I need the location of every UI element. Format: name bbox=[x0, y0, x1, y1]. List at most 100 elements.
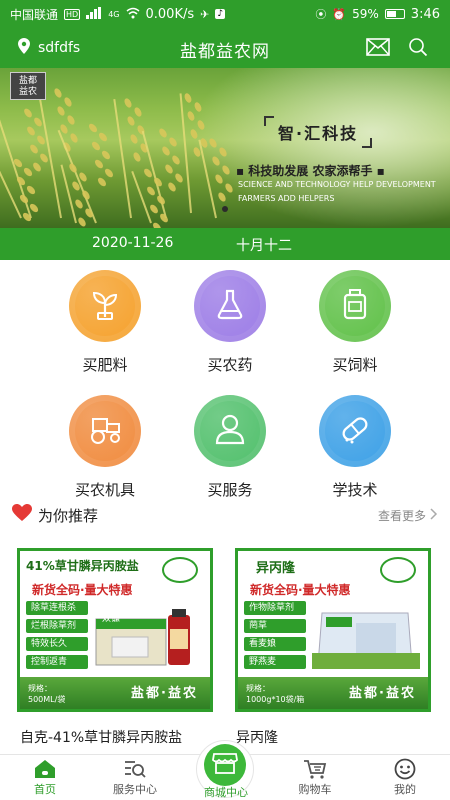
app-header: sdfdfs 盐都益农网 bbox=[0, 28, 450, 68]
flask-icon bbox=[213, 287, 247, 325]
search-icon[interactable] bbox=[408, 37, 428, 61]
signal-icon bbox=[86, 6, 102, 22]
rice-grain bbox=[157, 127, 169, 139]
category-label: 买饲料 bbox=[332, 356, 378, 374]
chevron-right-icon bbox=[430, 507, 438, 523]
location-selector[interactable]: sdfdfs bbox=[18, 38, 80, 58]
category-label: 买服务 bbox=[207, 481, 253, 499]
person-service-icon bbox=[213, 412, 247, 450]
rice-grain bbox=[151, 221, 163, 228]
rice-grain bbox=[102, 167, 115, 179]
rice-grain bbox=[38, 152, 49, 164]
banner-carousel[interactable]: 盐都 益农 智·汇科技 ▪ 科技助发展 农家添帮手 ▪ SCIENCE AND … bbox=[0, 68, 450, 228]
feature-tag: 作物除草剂 bbox=[244, 601, 306, 615]
check-badge-icon bbox=[162, 557, 198, 583]
rice-grain bbox=[123, 97, 133, 109]
tractor-icon bbox=[87, 413, 123, 449]
mail-icon[interactable] bbox=[366, 38, 390, 60]
rice-grain bbox=[132, 106, 143, 118]
rice-grain bbox=[32, 116, 43, 128]
notification-icon: ✈ bbox=[200, 7, 210, 21]
network-type-label: 4G bbox=[108, 9, 120, 19]
product-card-title: 41%草甘膦异丙胺盐 bbox=[26, 559, 139, 573]
rice-grain bbox=[52, 87, 64, 99]
feature-tag: 野燕麦 bbox=[244, 655, 306, 669]
rice-grain bbox=[25, 125, 37, 137]
product-image: 双镰 bbox=[94, 609, 202, 669]
rice-grain bbox=[170, 154, 181, 166]
feature-tag: 烂根除草剂 bbox=[26, 619, 88, 633]
tiktok-icon: ♪ bbox=[215, 9, 226, 19]
status-bar: 中国联通 HD 4G 0.00K/s ✈ ♪ ⦿ ⏰ 59% 3:46 bbox=[0, 0, 450, 28]
rice-grain bbox=[68, 132, 79, 144]
rice-grain bbox=[93, 158, 105, 170]
rice-grain bbox=[163, 163, 175, 175]
rice-grain bbox=[76, 216, 88, 228]
nav-label: 购物车 bbox=[298, 783, 332, 796]
rice-grain bbox=[22, 107, 34, 119]
category-circle bbox=[69, 270, 141, 342]
home-icon bbox=[34, 759, 56, 782]
battery-icon bbox=[384, 9, 405, 19]
product-card-2[interactable]: 异丙隆 新货全码·量大特惠 作物除草剂 菵草 看麦娘 野燕麦 规格： 1000g… bbox=[235, 548, 431, 712]
view-more-link[interactable]: 查看更多 bbox=[378, 507, 438, 524]
feature-tag: 看麦娘 bbox=[244, 637, 306, 651]
lunar-date-label: 十月十二 bbox=[236, 238, 292, 254]
rice-grain bbox=[80, 189, 91, 201]
rice-grain bbox=[28, 143, 40, 155]
banner-subtitle: ▪ 科技助发展 农家添帮手 ▪ bbox=[236, 164, 385, 178]
rice-grain bbox=[62, 96, 73, 108]
rice-grain bbox=[21, 166, 34, 178]
rice-grain bbox=[99, 149, 112, 161]
rice-grain bbox=[90, 140, 102, 152]
product-name-1[interactable]: 自克-41%草甘膦异丙胺盐 bbox=[20, 727, 182, 747]
nav-service-center[interactable]: 服务中心 bbox=[90, 759, 180, 797]
rice-grain bbox=[73, 198, 85, 210]
carousel-dot[interactable] bbox=[222, 206, 228, 212]
category-fertilizer[interactable]: 买肥料 bbox=[50, 270, 160, 375]
product-brand: 盐都·益农 bbox=[349, 686, 416, 701]
banner-english-2: FARMERS ADD HELPERS bbox=[238, 194, 335, 203]
rice-grain bbox=[157, 212, 170, 224]
rice-grain bbox=[167, 136, 178, 148]
date-label: 2020-11-26 bbox=[92, 235, 174, 251]
category-service[interactable]: 买服务 bbox=[175, 395, 285, 500]
product-name-2[interactable]: 异丙隆 bbox=[236, 727, 278, 747]
nav-label: 商城中心 bbox=[204, 786, 248, 799]
nav-mine[interactable]: 我的 bbox=[360, 758, 450, 797]
category-pesticide[interactable]: 买农药 bbox=[175, 270, 285, 375]
product-card-1[interactable]: 41%草甘膦异丙胺盐 新货全码·量大特惠 除草连根杀 烂根除草剂 特效长久 控制… bbox=[17, 548, 213, 712]
rice-grain bbox=[15, 175, 27, 187]
category-circle bbox=[319, 270, 391, 342]
product-spec: 规格： 500ML/袋 bbox=[28, 684, 66, 704]
rice-grain bbox=[35, 134, 46, 146]
nav-label: 我的 bbox=[394, 783, 416, 796]
rice-grain bbox=[173, 172, 184, 184]
recommend-header: 为你推荐 查看更多 bbox=[12, 503, 438, 527]
check-badge-icon bbox=[380, 557, 416, 583]
category-label: 买农药 bbox=[207, 356, 253, 374]
alarm-icon: ⏰ bbox=[332, 7, 347, 21]
feed-bottle-icon bbox=[338, 287, 372, 325]
feature-tag: 菵草 bbox=[244, 619, 306, 633]
nav-cart[interactable]: 购物车 bbox=[270, 759, 360, 797]
nav-mall-center[interactable]: 商城中心 bbox=[196, 740, 254, 799]
rice-grain bbox=[151, 176, 164, 188]
category-circle bbox=[69, 395, 141, 467]
category-feed[interactable]: 买饲料 bbox=[300, 270, 410, 375]
nav-home[interactable]: 首页 bbox=[0, 759, 90, 797]
category-circle bbox=[194, 270, 266, 342]
category-learn-tech[interactable]: 学技术 bbox=[300, 395, 410, 500]
network-speed: 0.00K/s bbox=[145, 6, 195, 22]
rice-grain bbox=[96, 131, 109, 143]
app-screen: 中国联通 HD 4G 0.00K/s ✈ ♪ ⦿ ⏰ 59% 3:46 sdfd… bbox=[0, 0, 450, 800]
rice-grain bbox=[132, 151, 142, 163]
cart-icon bbox=[303, 759, 327, 782]
battery-percent: 59% bbox=[352, 7, 379, 21]
category-label: 学技术 bbox=[332, 481, 378, 499]
category-machinery[interactable]: 买农机具 bbox=[50, 395, 160, 500]
rice-grain bbox=[126, 115, 136, 127]
product-brand: 盐都·益农 bbox=[131, 686, 198, 701]
heart-icon bbox=[12, 504, 32, 526]
category-label: 买农机具 bbox=[74, 481, 135, 499]
